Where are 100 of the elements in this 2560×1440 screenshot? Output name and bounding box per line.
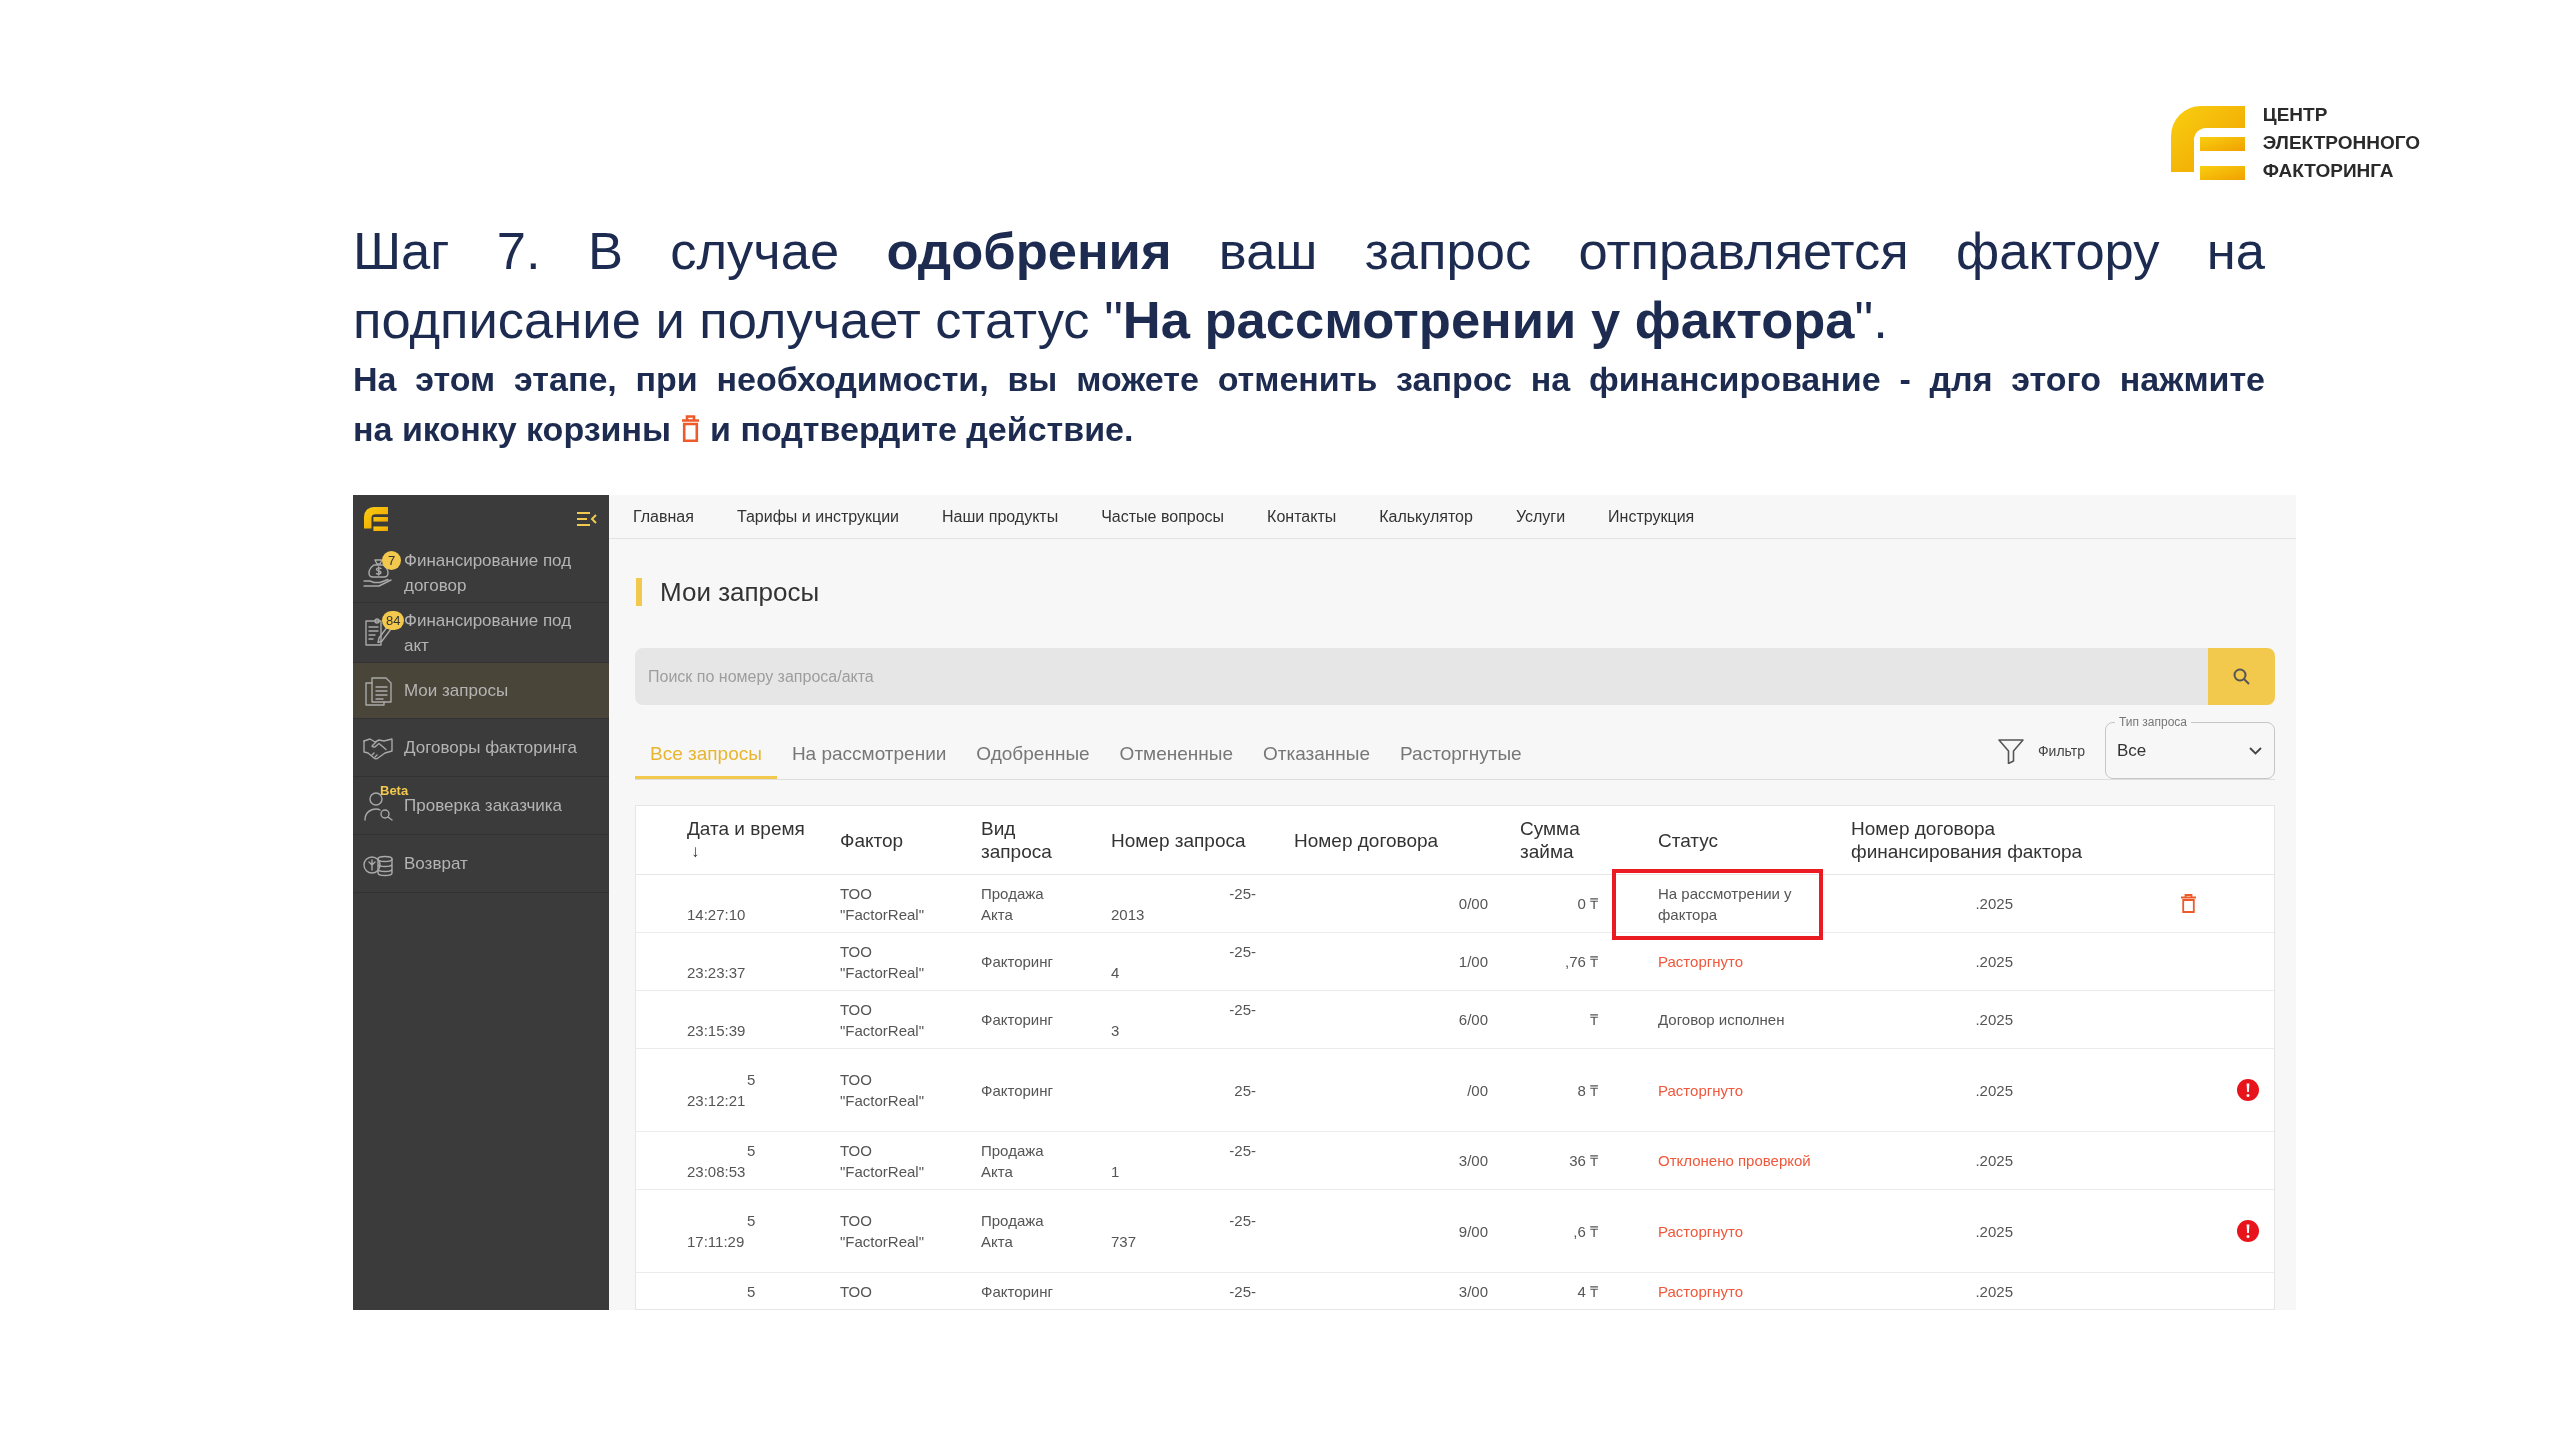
amount-cell-text: ,6 ₸ (1573, 1221, 1598, 1242)
financing-contract-cell-text: .2025 (1975, 1151, 2013, 1171)
date-cell-text: 23:23:37 (687, 962, 746, 983)
request-type-cell-text: Факторинг (981, 1010, 1054, 1030)
logo-icon[interactable] (364, 507, 388, 531)
sidebar-item[interactable]: Мои запросы (353, 663, 609, 719)
chevron-down-icon (2249, 746, 2262, 755)
nav-link[interactable]: Частые вопросы (1101, 504, 1225, 529)
date-cell-text: 23:15:39 (687, 1020, 746, 1041)
filter-button[interactable]: Фильтр (1997, 738, 2085, 764)
column-header: Номер запроса (1111, 828, 1247, 852)
financing-contract-cell-text: .2025 (1975, 1080, 2013, 1101)
financing-contract-cell-text: .2025 (1975, 952, 2013, 972)
field-label: Тип запроса (2115, 714, 2192, 730)
amount-cell-text: 36 ₸ (1569, 1151, 1598, 1171)
status-text: Отклонено проверкой (1658, 1151, 1812, 1171)
request-number-cell-text: -25- 737 (1111, 1211, 1256, 1252)
request-type-cell-text: Факторинг (981, 1282, 1054, 1302)
status-text: Расторгнуто (1658, 1221, 1745, 1242)
financing-contract-cell-text: .2025 (1975, 894, 2013, 914)
nav-link[interactable]: Главная (633, 504, 694, 529)
nav-link[interactable]: Калькулятор (1379, 504, 1473, 529)
date-cell-text: 5 17:11:29 (687, 1211, 756, 1252)
factor-cell-text: ТОО (840, 1282, 873, 1302)
accent-bar (636, 578, 642, 606)
request-type-cell-text: Продажа Акта (981, 883, 1045, 925)
factor-cell-text: ТОО "FactorReal" (840, 941, 925, 983)
column-header: Номер договора (1294, 828, 1440, 852)
contract-number-cell-text: 3/00 (1458, 1151, 1488, 1171)
nav-link[interactable]: Услуги (1515, 504, 1566, 529)
factor-cell-text: ТОО "FactorReal" (840, 999, 925, 1041)
amount-cell-text: ₸ (1590, 1010, 1598, 1030)
financing-contract-cell-text: .2025 (1975, 1282, 2013, 1302)
count-badge: 7 (382, 551, 401, 570)
status-text: Расторгнуто (1658, 952, 1745, 972)
count-badge: 84 (382, 611, 405, 630)
sidebar-item[interactable]: 7 Финансирование под договор (353, 543, 609, 603)
date-cell-text: 5 (746, 1282, 756, 1302)
tab[interactable]: На рассмотрении (776, 733, 962, 779)
logo-icon (2170, 106, 2245, 180)
column-header: Статус (1658, 828, 1720, 852)
financing-contract-cell-text: .2025 (1975, 1010, 2013, 1030)
search-icon (2233, 668, 2250, 685)
status-text: Договор исполнен (1658, 1010, 1786, 1030)
contract-number-cell-text: 3/00 (1458, 1282, 1488, 1302)
factor-cell-text: ТОО "FactorReal" (840, 1211, 925, 1252)
request-number-cell-text: -25- (1228, 1282, 1256, 1302)
search-field[interactable]: Поиск по номеру запроса/акта (635, 648, 2208, 705)
instruction-text: на иконку корзины (353, 409, 672, 450)
request-number-cell-text: 25- (1233, 1080, 1256, 1101)
column-header: Вид запроса (981, 817, 1053, 863)
financing-contract-cell-text: .2025 (1975, 1221, 2013, 1242)
documents-icon (363, 675, 393, 706)
date-cell-text: 5 23:08:53 (687, 1140, 756, 1182)
contract-number-cell-text: 1/00 (1458, 952, 1488, 972)
factor-cell-text: ТОО "FactorReal" (840, 1140, 925, 1182)
amount-cell-text: ,76 ₸ (1564, 952, 1598, 972)
request-type-cell-text: Продажа Акта (981, 1140, 1045, 1182)
contract-number-cell-text: /00 (1467, 1080, 1488, 1101)
column-header: Дата и время (687, 817, 805, 840)
tab[interactable]: Одобренные (961, 733, 1105, 779)
amount-cell-text: 0 ₸ (1577, 894, 1598, 914)
money-bag-icon (363, 557, 393, 588)
sort-indicator: ↓ (690, 841, 700, 863)
date-cell-text: 14:27:10 (687, 904, 746, 925)
request-type-cell-text: Факторинг (981, 952, 1054, 972)
factor-cell-text: ТОО "FactorReal" (840, 1070, 925, 1111)
status-text: Расторгнуто (1658, 1283, 1744, 1300)
nav-link[interactable]: Тарифы и инструкции (736, 504, 900, 529)
request-number-cell-text: -25- 4 (1111, 941, 1256, 983)
request-number-cell-text: -25- 3 (1111, 999, 1256, 1041)
tab[interactable]: Расторгнутые (1385, 733, 1537, 779)
status-text: Расторгнуто (1658, 1080, 1745, 1101)
trash-icon (681, 415, 701, 443)
nav-link[interactable]: Контакты (1267, 504, 1337, 529)
nav-link[interactable]: Инструкция (1608, 504, 1695, 529)
column-header: Фактор (840, 828, 905, 852)
logo-wordmark: ЦЕНТР ЭЛЕКТРОННОГО ФАКТОРИНГА (2262, 103, 2420, 183)
instruction-text: На этом этапе, при необходимости, вы можете отменить запрос на финансирование - для этого нажмите (353, 359, 2265, 400)
tab[interactable]: Отмененные (1104, 733, 1248, 779)
amount-cell-text: 4 ₸ (1577, 1282, 1598, 1302)
date-cell-text: 5 23:12:21 (687, 1070, 756, 1111)
step-heading: Шаг 7. В случае одобрения ваш запрос отправляется фактору на подписание и получает статус "На рассмотрении у фактора". (353, 220, 2265, 351)
menu-collapse-icon[interactable] (577, 512, 597, 526)
request-type-cell-text: Факторинг (981, 1080, 1054, 1101)
trash-icon[interactable] (2181, 894, 2196, 913)
status-text: На рассмотрении у фактора (1658, 883, 1793, 925)
contract-number-cell-text: 0/00 (1458, 894, 1488, 914)
beta-label: Beta (380, 783, 409, 798)
column-header: Сумма займа (1520, 817, 1581, 863)
request-number-cell-text: -25- 1 (1111, 1140, 1256, 1182)
page-title: Мои запросы (660, 578, 820, 606)
nav-link[interactable]: Наши продукты (942, 504, 1059, 529)
amount-cell-text: 8 ₸ (1577, 1080, 1598, 1101)
instruction-text: и подтвердите действие. (710, 409, 1134, 450)
request-number-cell-text: -25- 2013 (1111, 883, 1256, 925)
factor-cell-text: ТОО "FactorReal" (840, 883, 925, 925)
tab[interactable]: Отказанные (1248, 733, 1386, 779)
request-type-cell-text: Продажа Акта (981, 1211, 1045, 1252)
contract-number-cell-text: 9/00 (1458, 1221, 1488, 1242)
